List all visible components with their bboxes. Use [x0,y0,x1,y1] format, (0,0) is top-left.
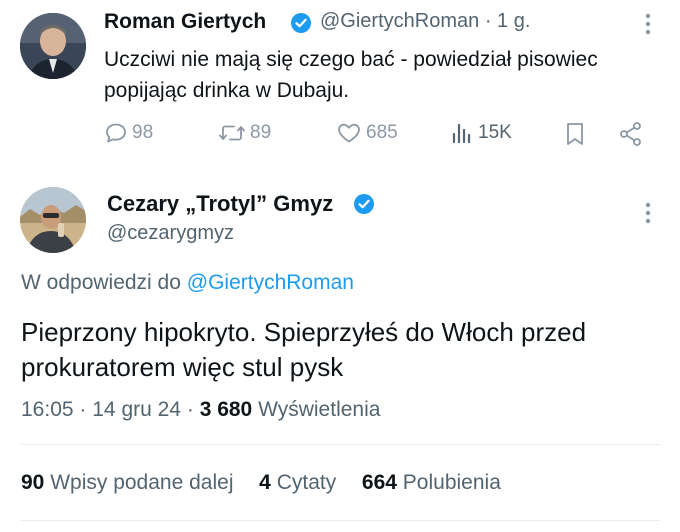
reposts-stat[interactable]: 90 Wpisy podane dalej [21,471,233,494]
views-button[interactable]: 15K [450,121,512,145]
post-text-line: Uczciwi nie mają się czego bać - powiedz… [104,48,598,71]
views-label: Wyświetlenia [258,398,381,421]
repost-icon [218,121,246,145]
post-text: Uczciwi nie mają się czego bać - powiedz… [104,44,598,106]
post-text-line: popijając drinka w Dubaju. [104,79,350,102]
avatar-cezary-gmyz[interactable] [20,187,86,253]
author-handle[interactable]: @GiertychRoman [320,10,479,32]
reply-button[interactable]: 98 [104,121,153,145]
quotes-count: 4 [259,471,271,494]
like-icon [336,121,362,145]
likes-stat[interactable]: 664 Polubienia [362,471,501,494]
post-text-line: prokuratorem więc stul pysk [21,352,344,382]
verified-badge-icon [353,193,375,215]
share-icon[interactable] [618,121,644,152]
views-icon [450,121,474,145]
reply-icon [104,121,128,145]
post-text: Pieprzony hipokryto. Spieprzyłeś do Włoc… [21,315,586,385]
more-icon[interactable] [641,12,655,41]
separator-dot: · [79,398,87,421]
quotes-label: Cytaty [276,471,337,494]
quotes-stat[interactable]: 4 Cytaty [259,471,336,494]
repost-count: 89 [250,122,272,143]
avatar-roman-giertych[interactable] [20,13,86,79]
action-bar: 98 89 685 15K [104,118,649,148]
post-meta: 16:05 · 14 gru 24 · 3 680 Wyświetlenia [21,398,380,422]
separator-dot: · [484,10,492,32]
reply-context: W odpowiedzi do @GiertychRoman [21,271,354,295]
views-count: 3 680 [199,398,253,421]
like-button[interactable]: 685 [336,121,398,145]
bookmark-icon[interactable] [564,121,586,152]
verified-badge-icon [290,12,312,34]
author-name[interactable]: Roman Giertych [104,10,266,34]
post-date[interactable]: 14 gru 24 [92,398,181,421]
views-count: 15K [478,122,512,143]
reposts-count: 90 [21,471,45,494]
divider [21,444,660,445]
likes-label: Polubienia [402,471,501,494]
repost-button[interactable]: 89 [218,121,271,145]
reply-count: 98 [132,122,154,143]
post-text-line: Pieprzony hipokryto. Spieprzyłeś do Włoc… [21,317,587,347]
author-handle[interactable]: @cezarygmyz [107,222,234,245]
author-name[interactable]: Cezary „Trotyl” Gmyz [107,191,333,217]
likes-count: 664 [361,471,397,494]
post-age[interactable]: 1 g. [497,10,530,32]
separator-dot: · [186,398,194,421]
reply-to-handle[interactable]: @GiertychRoman [187,271,354,294]
engagement-stats: 90 Wpisy podane dalej 4 Cytaty 664 Polub… [21,471,501,495]
like-count: 685 [366,122,398,143]
reposts-label: Wpisy podane dalej [50,471,234,494]
reply-prefix: W odpowiedzi do [21,271,181,294]
divider [21,520,660,521]
post-time[interactable]: 16:05 [21,398,74,421]
more-icon[interactable] [641,201,655,230]
